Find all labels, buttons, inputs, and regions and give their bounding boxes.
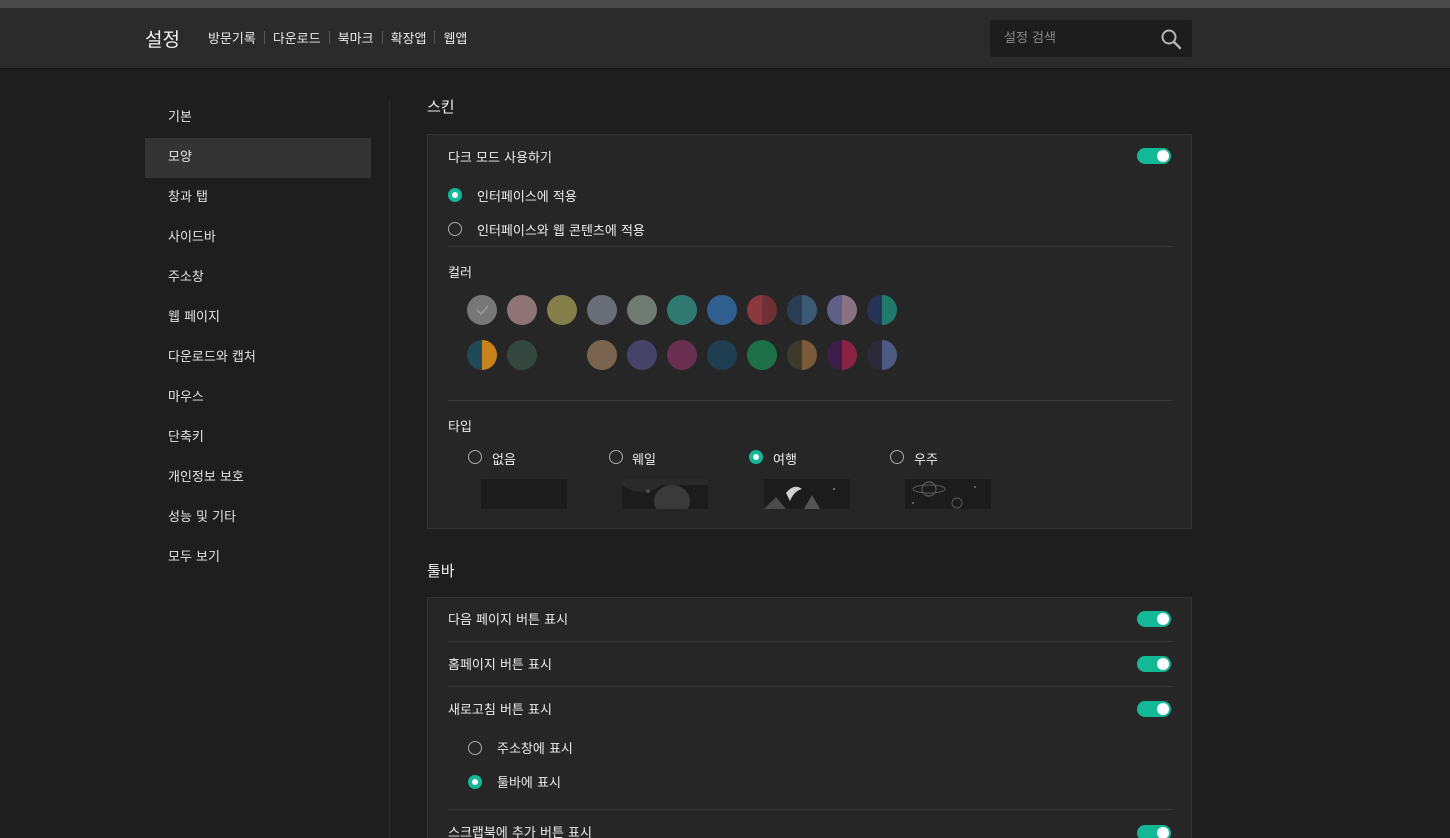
sidebar-item-performance[interactable]: 성능 및 기타 [145,498,371,538]
search-icon[interactable] [1160,28,1182,50]
sidebar-item-windows-tabs[interactable]: 창과 탭 [145,178,371,218]
color-swatch[interactable] [787,340,817,370]
divider [448,686,1172,687]
sidebar-item-address-bar[interactable]: 주소창 [145,258,371,298]
next-page-button-label: 다음 페이지 버튼 표시 [448,613,569,628]
color-swatch[interactable] [467,340,497,370]
refresh-button-toggle[interactable] [1137,701,1171,717]
color-swatch[interactable] [867,295,897,325]
refresh-button-label: 새로고침 버튼 표시 [448,703,552,718]
color-swatch[interactable] [627,295,657,325]
type-whale-radio[interactable] [609,450,623,464]
toolbar-section-title: 툴바 [427,562,455,580]
type-whale-thumbnail[interactable] [622,479,708,509]
home-button-label: 홈페이지 버튼 표시 [448,658,552,673]
sidebar-item-basic[interactable]: 기본 [145,98,371,138]
color-swatch[interactable] [547,340,577,370]
whale-thumbnail-art [622,479,708,509]
header-nav: 방문기록 다운로드 북마크 확장앱 웹앱 [208,28,467,47]
nav-downloads[interactable]: 다운로드 [273,28,321,47]
type-travel-radio[interactable] [749,450,763,464]
divider [448,641,1172,642]
apply-interface-web-label: 인터페이스와 웹 콘텐츠에 적용 [477,224,645,239]
sidebar-divider [389,100,390,838]
color-swatch[interactable] [587,340,617,370]
search-input[interactable] [990,20,1150,57]
color-swatch[interactable] [707,340,737,370]
settings-search [990,20,1192,57]
sidebar-item-web-page[interactable]: 웹 페이지 [145,298,371,338]
settings-header: 설정 방문기록 다운로드 북마크 확장앱 웹앱 [0,8,1450,69]
color-swatch[interactable] [587,295,617,325]
travel-thumbnail-art [764,486,835,509]
color-swatch[interactable] [627,340,657,370]
check-icon [476,305,489,316]
page-title: 설정 [145,29,180,51]
scrapbook-button-label: 스크랩북에 추가 버튼 표시 [448,826,592,838]
nav-bookmarks[interactable]: 북마크 [338,28,374,47]
color-swatch[interactable] [787,295,817,325]
type-label: 타입 [448,420,472,435]
home-button-toggle[interactable] [1137,656,1171,672]
divider [448,246,1172,247]
apply-interface-label: 인터페이스에 적용 [477,190,577,205]
type-space-radio[interactable] [890,450,904,464]
type-travel-label: 여행 [773,453,797,468]
color-swatch[interactable] [747,340,777,370]
nav-separator [434,31,436,44]
window-top-strip [0,0,1450,8]
type-space-thumbnail[interactable] [905,479,991,509]
dark-mode-toggle[interactable] [1137,148,1171,164]
color-swatch[interactable] [547,295,577,325]
space-thumbnail-art [912,481,976,509]
type-whale-label: 웨일 [632,453,656,468]
sidebar-item-mouse[interactable]: 마우스 [145,378,371,418]
next-page-button-toggle[interactable] [1137,611,1171,627]
sidebar-item-shortcuts[interactable]: 단축키 [145,418,371,458]
color-swatch[interactable] [747,295,777,325]
sidebar-item-view-all[interactable]: 모두 보기 [145,538,371,578]
scrapbook-button-toggle[interactable] [1137,825,1171,838]
toolbar-card: 다음 페이지 버튼 표시 홈페이지 버튼 표시 새로고침 버튼 표시 주소창에 … [427,597,1192,838]
type-none-label: 없음 [492,453,516,468]
nav-separator [328,31,330,44]
type-travel-thumbnail[interactable] [764,479,850,509]
refresh-in-toolbar-radio[interactable] [468,775,482,789]
nav-extensions[interactable]: 확장앱 [391,28,427,47]
divider [448,400,1172,401]
sidebar-item-privacy[interactable]: 개인정보 보호 [145,458,371,498]
color-swatch[interactable] [867,340,897,370]
color-label: 컬러 [448,266,472,281]
dark-mode-label: 다크 모드 사용하기 [448,151,552,166]
color-swatch[interactable] [707,295,737,325]
color-swatch[interactable] [827,295,857,325]
color-swatch[interactable] [667,340,697,370]
apply-interface-web-radio[interactable] [448,222,462,236]
nav-separator [381,31,383,44]
color-swatch[interactable] [827,340,857,370]
refresh-in-address-bar-label: 주소창에 표시 [497,742,573,757]
type-none-radio[interactable] [468,450,482,464]
settings-sidebar: 기본 모양 창과 탭 사이드바 주소창 웹 페이지 다운로드와 캡처 마우스 단… [145,98,371,578]
divider [448,809,1172,810]
nav-separator [263,31,265,44]
nav-webapps[interactable]: 웹앱 [443,28,467,47]
nav-history[interactable]: 방문기록 [208,28,256,47]
color-swatch[interactable] [667,295,697,325]
apply-interface-radio[interactable] [448,188,462,202]
color-swatch[interactable] [467,295,497,325]
color-swatch[interactable] [507,340,537,370]
refresh-in-address-bar-radio[interactable] [468,741,482,755]
type-none-thumbnail[interactable] [481,479,567,509]
type-space-label: 우주 [914,453,938,468]
refresh-in-toolbar-label: 툴바에 표시 [497,776,561,791]
sidebar-item-downloads-capture[interactable]: 다운로드와 캡처 [145,338,371,378]
sidebar-item-appearance[interactable]: 모양 [145,138,371,178]
skin-card: 다크 모드 사용하기 인터페이스에 적용 인터페이스와 웹 콘텐츠에 적용 컬러… [427,134,1192,529]
color-swatch[interactable] [507,295,537,325]
sidebar-item-sidebar[interactable]: 사이드바 [145,218,371,258]
skin-section-title: 스킨 [427,98,455,116]
